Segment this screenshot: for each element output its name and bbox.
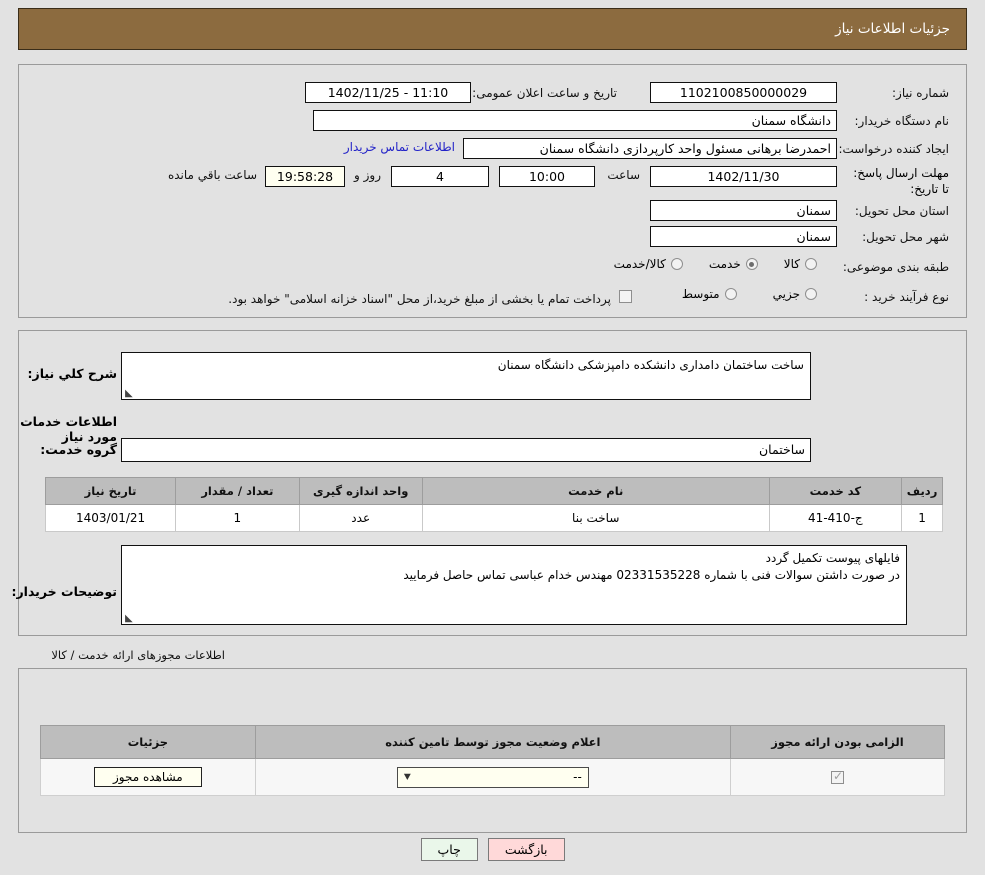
row-province: استان محل تحویل:	[855, 200, 949, 222]
city-value: سمنان	[650, 226, 837, 247]
license-required-checkbox	[830, 769, 844, 784]
col-radif: ردیف	[901, 477, 943, 505]
cell-service-code: ج-410-41	[768, 504, 903, 532]
cell-service-name: ساخت بنا	[421, 504, 770, 532]
category-option-label: کالا	[783, 257, 800, 271]
services-heading: اطلاعات خدمات مورد نیاز	[20, 414, 117, 444]
buyer-org-label: نام دستگاه خریدار:	[854, 114, 950, 128]
creator-label: ایجاد کننده درخواست:	[838, 142, 949, 156]
resize-grip-icon[interactable]: ◢	[125, 388, 134, 399]
deadline-time-label: ساعت	[607, 168, 640, 182]
treasury-checkbox[interactable]	[619, 290, 632, 303]
buyer-notes-line2: در صورت داشتن سوالات فنی با شماره 023315…	[403, 568, 900, 582]
row-announce: تاریخ و ساعت اعلان عمومی:	[472, 82, 617, 104]
process-label: نوع فرآیند خرید :	[864, 290, 949, 304]
resize-grip-icon[interactable]: ◢	[125, 613, 134, 624]
deadline-date-value: 1402/11/30	[650, 166, 837, 187]
general-description-value: ساخت ساختمان دامداری دانشکده دامپزشکی دا…	[497, 358, 804, 372]
chevron-down-icon: ▼	[403, 772, 411, 782]
col-license-status: اعلام وضعیت مجوز توسط تامین کننده	[254, 725, 731, 759]
page-title: جزئیات اطلاعات نیاز	[835, 21, 950, 37]
items-table: ردیف کد خدمت نام خدمت واحد اندازه گیری ت…	[44, 477, 943, 532]
licenses-table: الزامی بودن ارائه مجوز اعلام وضعیت مجوز …	[40, 725, 946, 796]
col-license-required: الزامی بودن ارائه مجوز	[729, 725, 946, 759]
province-value: سمنان	[650, 200, 837, 221]
category-option-kala-khedmat[interactable]: کالا/خدمت	[614, 257, 683, 271]
col-quantity: تعداد / مقدار	[175, 477, 300, 505]
announce-value: 11:10 - 1402/11/25	[305, 82, 471, 103]
process-radio-group: جزیي متوسط	[682, 287, 817, 301]
col-service-code: کد خدمت	[768, 477, 903, 505]
treasury-text: پرداخت تمام یا بخشی از مبلغ خرید،از محل …	[228, 292, 611, 306]
buyer-contact-link[interactable]: اطلاعات تماس خریدار	[344, 140, 455, 154]
general-description-label: شرح كلي نياز:	[27, 366, 117, 381]
cell-quantity: 1	[175, 504, 300, 532]
buyer-org-value: دانشگاه سمنان	[313, 110, 837, 131]
row-process: نوع فرآیند خرید :	[864, 286, 949, 308]
need-number-label: شماره نیاز:	[892, 86, 949, 100]
table-row: 1 ج-410-41 ساخت بنا عدد 1 1403/01/21	[44, 504, 943, 532]
remaining-days-suffix: روز و	[354, 168, 381, 182]
cell-radif: 1	[901, 504, 943, 532]
print-button[interactable]: چاپ	[420, 838, 478, 861]
need-number-value: 1102100850000029	[650, 82, 837, 103]
announce-label: تاریخ و ساعت اعلان عمومی:	[472, 86, 617, 100]
city-label: شهر محل تحویل:	[862, 230, 949, 244]
countdown-value: 19:58:28	[265, 166, 345, 187]
row-city: شهر محل تحویل:	[862, 226, 949, 248]
row-need-number: شماره نیاز:	[892, 82, 949, 104]
licenses-table-header-row: الزامی بودن ارائه مجوز اعلام وضعیت مجوز …	[40, 725, 946, 759]
service-group-value: ساختمان	[121, 438, 811, 462]
view-license-button[interactable]: مشاهده مجوز	[94, 767, 202, 787]
table-row: -- ▼ مشاهده مجوز	[40, 758, 946, 796]
buyer-notes-label: توضیحات خریدار:	[11, 584, 117, 599]
remaining-days-value: 4	[391, 166, 489, 187]
col-need-date: تاریخ نیاز	[44, 477, 177, 505]
back-button[interactable]: بازگشت	[487, 838, 565, 861]
radio-icon[interactable]	[805, 288, 817, 300]
row-creator: ایجاد کننده درخواست:	[838, 138, 949, 160]
category-option-label: کالا/خدمت	[613, 257, 666, 271]
countdown-suffix: ساعت باقي مانده	[167, 168, 257, 182]
service-group-label: گروه خدمت:	[40, 442, 117, 457]
buyer-notes-textarea[interactable]: فایلهای پیوست تکمیل گردد در صورت داشتن س…	[121, 545, 907, 625]
col-unit: واحد اندازه گیری	[298, 477, 423, 505]
cell-need-date: 1403/01/21	[44, 504, 177, 532]
col-service-name: نام خدمت	[421, 477, 770, 505]
items-table-header-row: ردیف کد خدمت نام خدمت واحد اندازه گیری ت…	[44, 477, 943, 505]
category-option-kala[interactable]: کالا	[784, 257, 817, 271]
cell-license-required	[729, 758, 946, 796]
process-option-motavaset[interactable]: متوسط	[682, 287, 737, 301]
category-option-label: خدمت	[708, 257, 741, 271]
category-option-khedmat[interactable]: خدمت	[709, 257, 758, 271]
process-option-label: متوسط	[681, 287, 720, 301]
general-description-textarea[interactable]: ساخت ساختمان دامداری دانشکده دامپزشکی دا…	[121, 352, 811, 400]
creator-value: احمدرضا برهانی مسئول واحد کارپردازی دانش…	[463, 138, 837, 159]
col-license-details: جزئیات	[40, 725, 256, 759]
radio-icon[interactable]	[745, 258, 758, 270]
row-buyer-org: نام دستگاه خریدار:	[855, 110, 950, 132]
licenses-section-title: اطلاعات مجوزهای ارائه خدمت / کالا	[51, 648, 225, 662]
license-status-value: --	[573, 770, 582, 784]
cell-unit: عدد	[298, 504, 423, 532]
category-label: طبقه بندی موضوعی:	[842, 260, 949, 274]
cell-license-details: مشاهده مجوز	[40, 758, 256, 796]
radio-icon[interactable]	[805, 258, 817, 270]
license-status-select[interactable]: -- ▼	[396, 766, 589, 788]
radio-icon[interactable]	[670, 258, 683, 270]
deadline-time-value: 10:00	[499, 166, 595, 187]
radio-icon[interactable]	[724, 288, 737, 300]
province-label: استان محل تحویل:	[854, 204, 949, 218]
category-radio-group: کالا خدمت کالا/خدمت	[614, 257, 817, 271]
buyer-notes-line1: فایلهای پیوست تکمیل گردد	[765, 551, 900, 565]
row-category: طبقه بندی موضوعی:	[843, 256, 949, 278]
process-option-jozi[interactable]: جزیي	[773, 287, 817, 301]
footer-button-bar: بازگشت چاپ	[0, 838, 985, 861]
cell-license-status: -- ▼	[254, 758, 731, 796]
page-header: جزئیات اطلاعات نیاز	[18, 8, 967, 50]
deadline-label: مهلت ارسال پاسخ: تا تاریخ:	[853, 166, 949, 196]
process-option-label: جزیي	[772, 287, 800, 301]
